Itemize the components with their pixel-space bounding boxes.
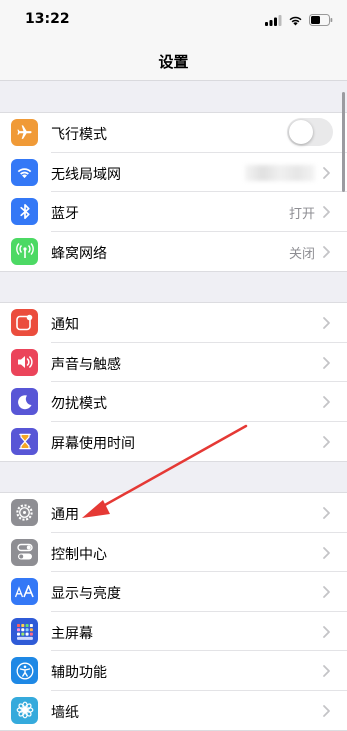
status-time: 13:22 — [25, 11, 70, 27]
settings-row-label: 显示与亮度 — [51, 586, 121, 602]
chevron-right-icon — [323, 435, 330, 448]
accessibility-icon — [11, 657, 38, 684]
settings-row-display-brightness[interactable]: 显示与亮度 — [0, 572, 347, 612]
settings-row-general[interactable]: 通用 — [0, 493, 347, 533]
settings-row-label: 通知 — [51, 317, 79, 333]
scroll-indicator[interactable] — [342, 92, 345, 192]
bluetooth-icon — [11, 198, 38, 225]
settings-row-label: 辅助功能 — [51, 665, 107, 681]
chevron-right-icon — [323, 317, 330, 329]
settings-row-bluetooth[interactable]: 蓝牙 打开 — [0, 192, 347, 232]
wifi-status-icon — [289, 16, 302, 25]
settings-row-label: 无线局域网 — [51, 166, 121, 183]
settings-row-cellular[interactable]: 蜂窝网络 关闭 — [0, 232, 347, 272]
settings-row-wallpaper[interactable]: 墙纸 — [0, 691, 347, 731]
chevron-right-icon — [323, 625, 330, 638]
moon-icon — [11, 388, 38, 415]
notifications-icon — [11, 309, 38, 336]
settings-row-wifi[interactable]: 无线局域网 — [0, 153, 347, 192]
chevron-right-icon — [323, 356, 330, 369]
flower-icon — [11, 696, 38, 724]
settings-row-label: 墙纸 — [51, 704, 79, 721]
settings-row-label: 勿扰模式 — [51, 396, 107, 412]
toggle-knob — [289, 120, 313, 144]
settings-row-airplane-mode[interactable]: 飞行模式 — [0, 113, 347, 153]
airplane-mode-toggle[interactable] — [287, 118, 333, 146]
chevron-right-icon — [323, 245, 330, 258]
settings-row-label: 蓝牙 — [51, 206, 79, 222]
chevron-right-icon — [323, 704, 330, 717]
settings-row-sounds[interactable]: 声音与触感 — [0, 343, 347, 382]
home-screen-icon — [11, 617, 38, 645]
settings-group-notifications: 通知 声音与触感 勿扰模式 屏幕使用时间 — [0, 302, 347, 462]
nav-bar: 设置 — [0, 40, 347, 81]
signal-icon — [265, 14, 282, 26]
battery-icon — [309, 14, 333, 26]
settings-group-general: 通用 控制中心 显示与亮度 主屏幕 辅助功能 墙纸 — [0, 492, 347, 731]
switches-icon — [11, 538, 38, 566]
chevron-right-icon — [323, 166, 330, 179]
chevron-right-icon — [323, 546, 330, 559]
settings-row-label: 屏幕使用时间 — [51, 435, 135, 452]
chevron-right-icon — [323, 665, 330, 677]
settings-row-label: 飞行模式 — [51, 127, 107, 143]
settings-row-screen-time[interactable]: 屏幕使用时间 — [0, 422, 347, 462]
chevron-right-icon — [323, 206, 330, 218]
wifi-name-redacted — [245, 164, 315, 181]
settings-row-label: 蜂窝网络 — [51, 245, 107, 262]
chevron-right-icon — [323, 507, 330, 519]
settings-row-label: 声音与触感 — [51, 356, 121, 373]
settings-row-label: 控制中心 — [51, 546, 107, 563]
chevron-right-icon — [323, 586, 330, 598]
text-size-icon — [11, 578, 38, 605]
speaker-icon — [11, 348, 38, 376]
settings-row-label: 主屏幕 — [51, 625, 93, 642]
page-title: 设置 — [158, 53, 189, 71]
settings-row-home-screen[interactable]: 主屏幕 — [0, 612, 347, 651]
settings-row-do-not-disturb[interactable]: 勿扰模式 — [0, 382, 347, 422]
chevron-right-icon — [323, 396, 330, 408]
status-icons — [265, 13, 333, 27]
settings-row-control-center[interactable]: 控制中心 — [0, 533, 347, 572]
airplane-icon — [11, 119, 38, 146]
settings-group-connectivity: 飞行模式 无线局域网 蓝牙 打开 蜂窝网络 关闭 — [0, 112, 347, 272]
settings-row-accessibility[interactable]: 辅助功能 — [0, 651, 347, 691]
gear-icon — [11, 499, 38, 526]
cellular-icon — [11, 237, 38, 265]
settings-row-notifications[interactable]: 通知 — [0, 303, 347, 343]
hourglass-icon — [11, 427, 38, 455]
cellular-status-value: 关闭 — [288, 246, 315, 262]
wifi-icon — [11, 158, 38, 186]
status-bar: 13:22 — [0, 0, 347, 40]
bluetooth-status-value: 打开 — [288, 207, 315, 222]
settings-row-label: 通用 — [51, 507, 79, 523]
